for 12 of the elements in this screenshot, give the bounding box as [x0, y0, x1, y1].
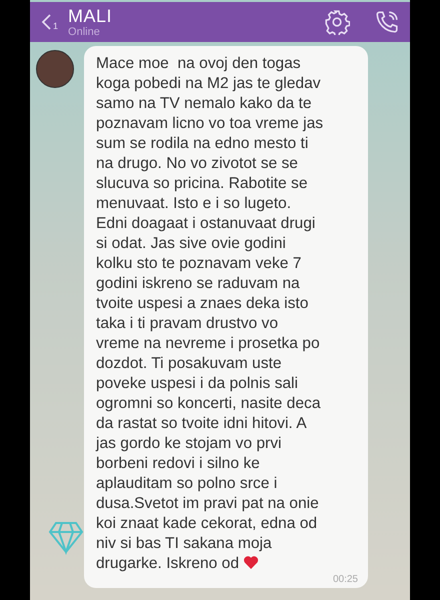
message-text: Mace moe na ovoj den togas koga pobedi na M2 jas te gledav samo na TV nemalo kako da te poznavam licno vo toa vreme jas sum se rodila na edno mesto ti na drugo. No vo zivotot se se slucuva so pricina. Rabotite se menuvaat. Isto e i so lugeto. Edni doagaat i ostanuvaat drugi si odat. Jas sive ovie godini kolku sto te poznavam veke 7 godini iskreno se raduvam na tvoite uspesi a znaes deka isto taka i ti pravam drustvo vo vreme na nevreme i prosetka po dozdot. Ti posakuvam uste poveke uspesi i da polnis sali ogromni so koncerti, nasite deca da rastat so tvoite idni hitovi. A jas gordo ke stojam vo prvi borbeni redovi i silno ke aplauditam so polno srce i dusa.Svetot im pravi pat na onie koi znaat kade cekorat, edna od niv si bas TI sakana moja drugarke. Iskreno od — [96, 54, 324, 574]
settings-button[interactable] — [324, 9, 350, 35]
contact-name: MALI — [68, 6, 114, 26]
message-time: 00:25 — [332, 574, 358, 586]
phone-icon — [374, 9, 400, 35]
settings-icon — [324, 9, 350, 35]
avatar — [36, 50, 74, 88]
back-chevron-icon — [40, 13, 52, 31]
call-button[interactable] — [374, 9, 400, 35]
back-button[interactable]: 1 — [40, 13, 58, 31]
contact-status: Online — [68, 26, 101, 38]
heart-icon — [243, 555, 260, 570]
